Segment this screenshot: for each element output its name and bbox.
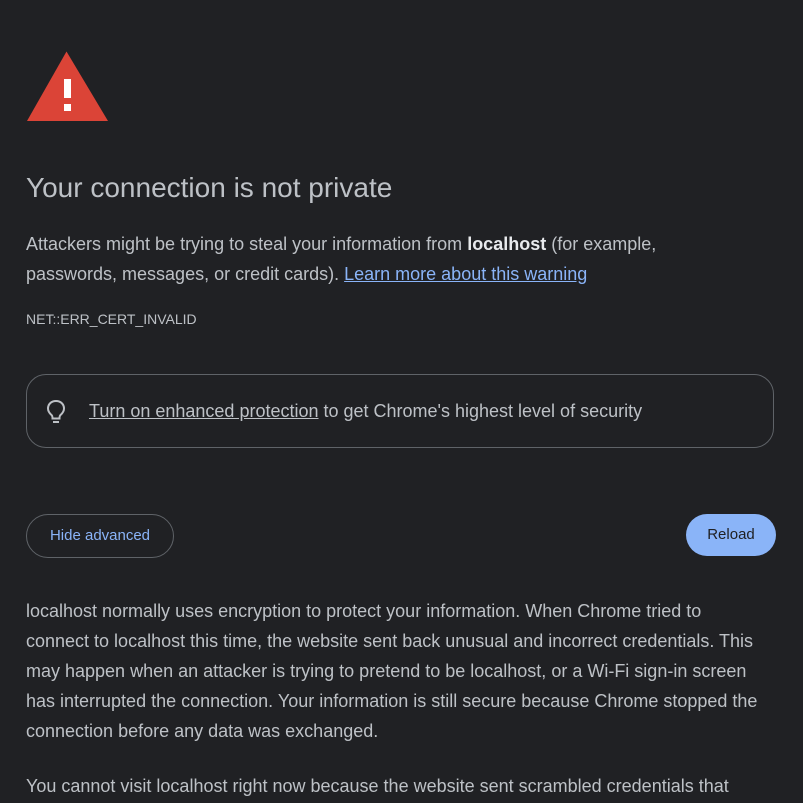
enhanced-protection-rest: to get Chrome's highest level of securit…: [318, 401, 643, 421]
enhanced-protection-banner: Turn on enhanced protection to get Chrom…: [26, 374, 774, 448]
learn-more-link[interactable]: Learn more about this warning: [344, 264, 587, 284]
hide-advanced-button[interactable]: Hide advanced: [26, 514, 174, 558]
page-title: Your connection is not private: [26, 172, 393, 203]
intro-text: Attackers might be trying to steal your …: [26, 229, 726, 289]
intro-text-before: Attackers might be trying to steal your …: [26, 234, 468, 254]
warning-triangle-icon: [27, 51, 108, 121]
intro-host: localhost: [467, 234, 547, 254]
interstitial-page: Your connection is not private Attackers…: [0, 0, 803, 803]
error-code: NET::ERR_CERT_INVALID: [26, 311, 197, 327]
enhanced-protection-text: Turn on enhanced protection to get Chrom…: [89, 401, 642, 422]
lightbulb-icon: [46, 399, 66, 423]
reload-button[interactable]: Reload: [686, 514, 776, 556]
details-paragraph-1: localhost normally uses encryption to pr…: [26, 601, 758, 741]
enhanced-protection-link[interactable]: Turn on enhanced protection: [89, 401, 319, 421]
details-paragraph-2: You cannot visit localhost right now bec…: [26, 776, 729, 796]
